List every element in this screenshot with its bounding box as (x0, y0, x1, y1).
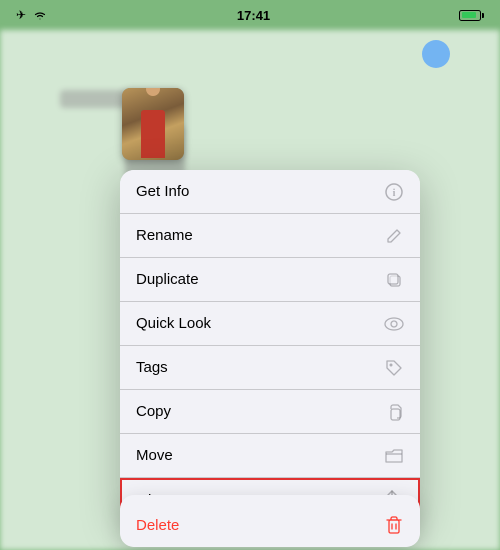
menu-item-quick-look[interactable]: Quick Look (120, 302, 420, 346)
delete-section: Delete (120, 495, 420, 547)
pencil-icon (384, 226, 404, 246)
wifi-icon (32, 9, 48, 21)
status-left: ✈ (16, 8, 48, 22)
status-bar: ✈ 17:41 (0, 0, 500, 30)
info-icon: i (384, 182, 404, 202)
tags-label: Tags (136, 359, 168, 376)
menu-item-duplicate[interactable]: Duplicate (120, 258, 420, 302)
rename-label: Rename (136, 227, 193, 244)
copy-label: Copy (136, 403, 171, 420)
figure-body (141, 110, 165, 158)
menu-item-copy[interactable]: Copy (120, 390, 420, 434)
file-thumbnail (122, 88, 184, 160)
context-menu: Get Info i Rename Duplicate Quick Look (120, 170, 420, 522)
figure-head (146, 88, 160, 96)
menu-item-tags[interactable]: Tags (120, 346, 420, 390)
delete-label: Delete (136, 517, 179, 534)
airplane-icon: ✈ (16, 8, 26, 22)
trash-icon (384, 515, 404, 535)
status-time: 17:41 (237, 8, 270, 23)
copy-icon (384, 402, 404, 422)
tag-icon (384, 358, 404, 378)
menu-item-move[interactable]: Move (120, 434, 420, 478)
duplicate-label: Duplicate (136, 271, 199, 288)
duplicate-icon (384, 270, 404, 290)
battery-indicator (459, 10, 484, 21)
folder-icon (384, 446, 404, 466)
blue-dot (422, 40, 450, 68)
get-info-label: Get Info (136, 183, 189, 200)
menu-item-rename[interactable]: Rename (120, 214, 420, 258)
thumbnail-image (122, 88, 184, 160)
eye-icon (384, 314, 404, 334)
move-label: Move (136, 447, 173, 464)
quick-look-label: Quick Look (136, 315, 211, 332)
status-right (459, 10, 484, 21)
menu-item-delete[interactable]: Delete (120, 503, 420, 547)
menu-item-get-info[interactable]: Get Info i (120, 170, 420, 214)
svg-text:i: i (393, 188, 396, 199)
